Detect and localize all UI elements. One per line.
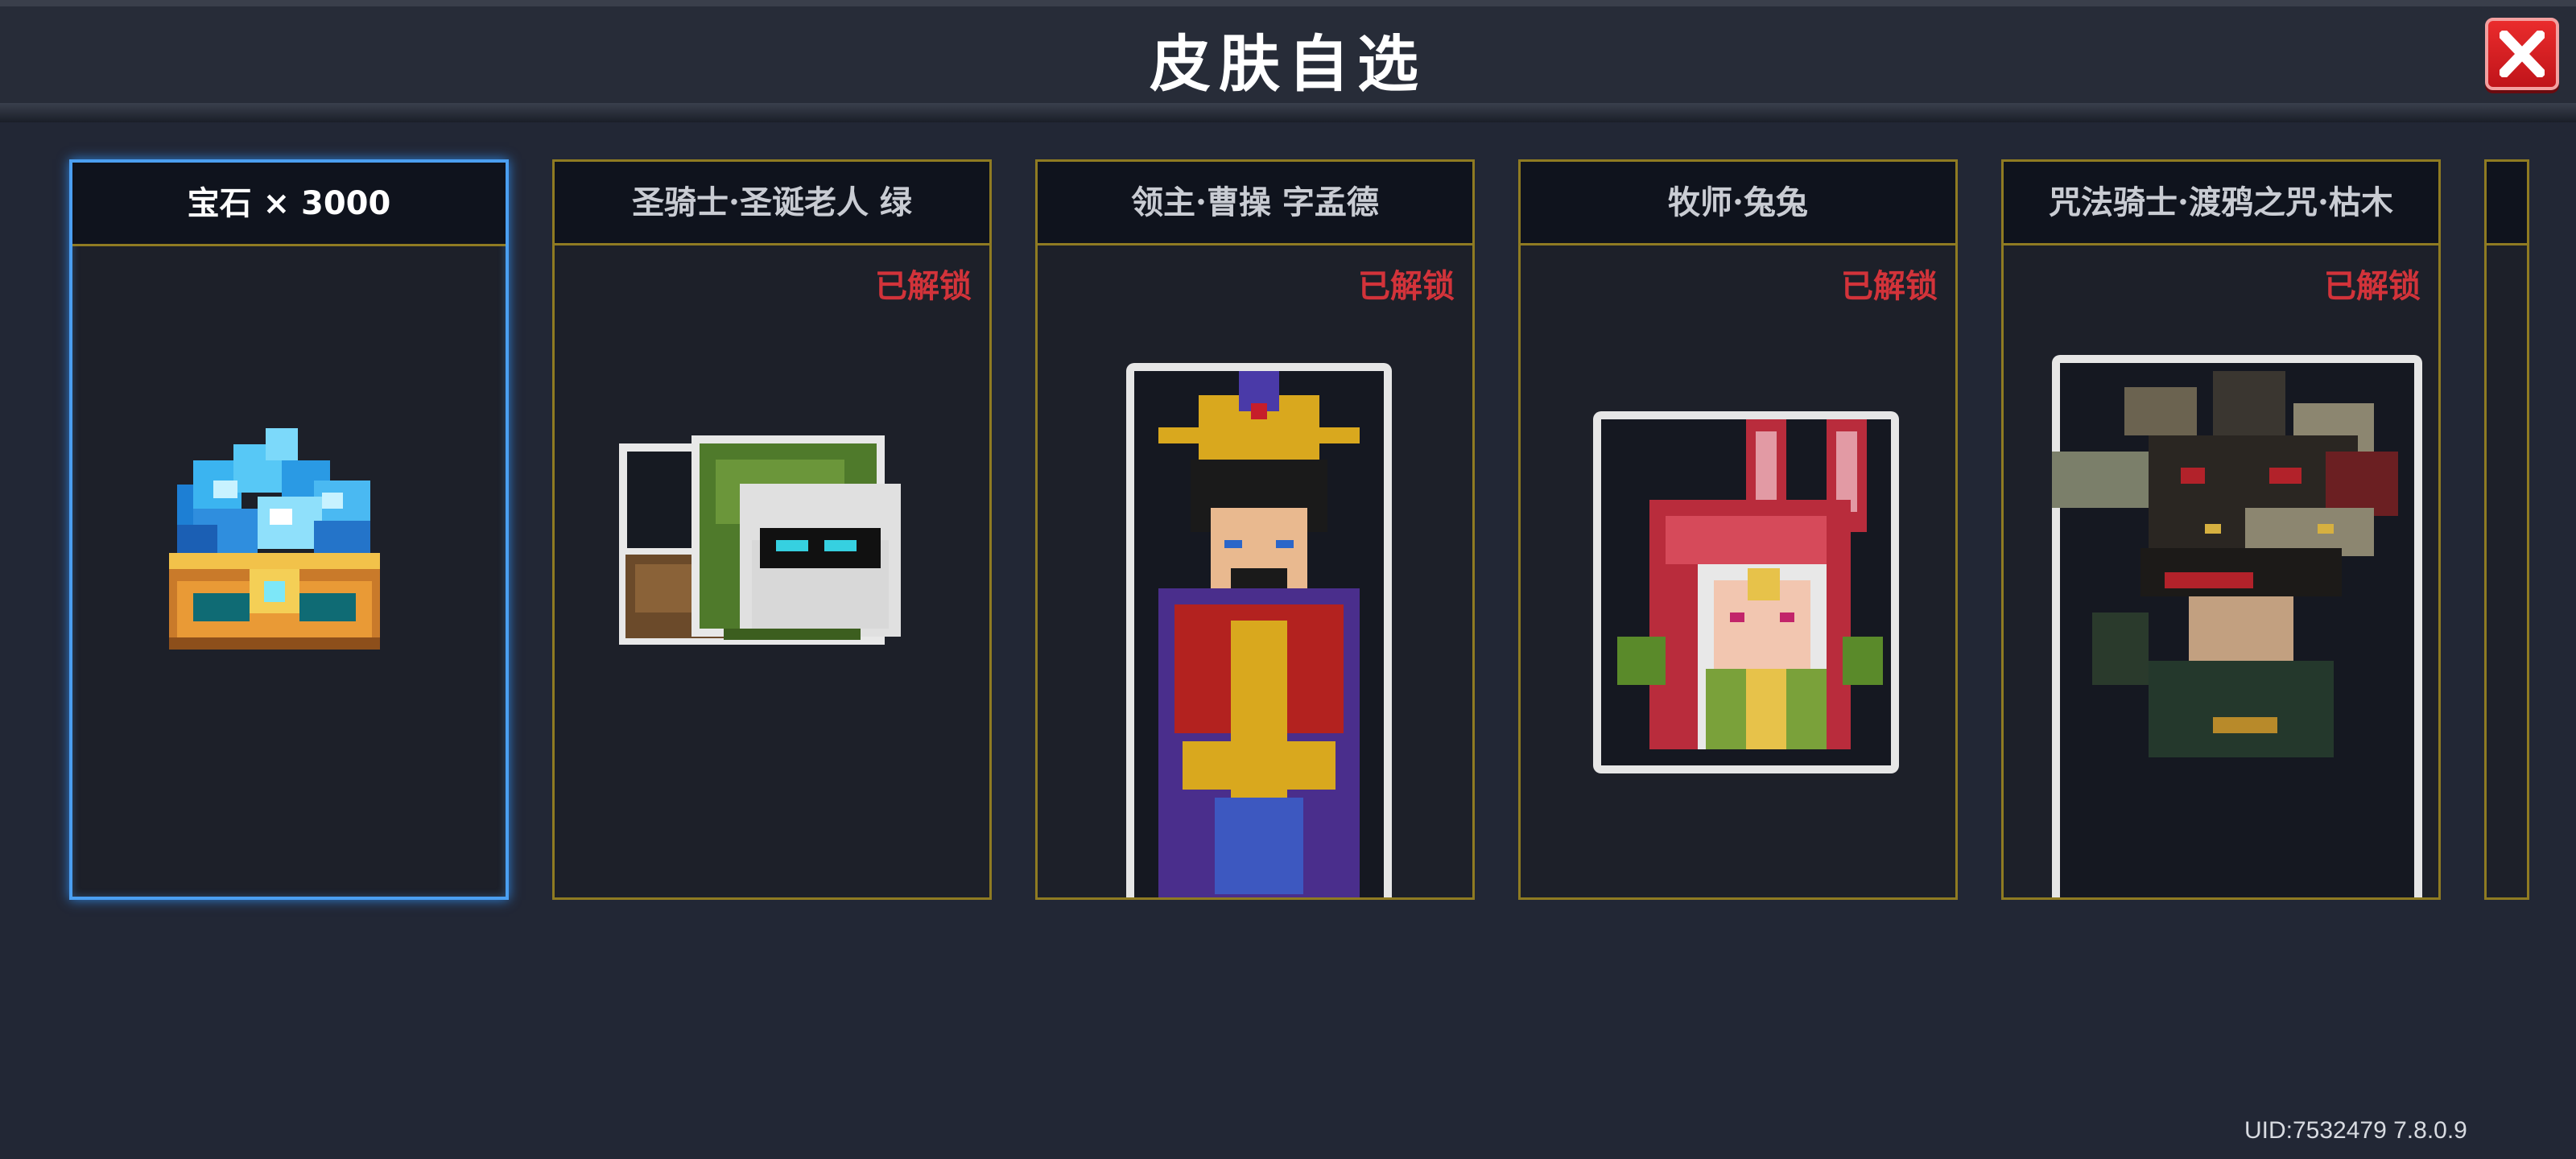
skin-card-partial[interactable] (2484, 159, 2529, 900)
close-button[interactable] (2485, 18, 2559, 90)
skin-card-priest-bunny[interactable]: 牧师·兔兔 已解锁 (1518, 159, 1958, 900)
skin-card-spell-knight-raven[interactable]: 咒法骑士·渡鸦之咒·枯木 已解锁 (2001, 159, 2441, 900)
card-title (2487, 162, 2527, 245)
gem-chest-icon (169, 428, 380, 650)
lord-cao-cao-portrait (1126, 363, 1392, 897)
priest-bunny-portrait (1593, 411, 1899, 773)
skin-card-paladin-santa[interactable]: 圣骑士·圣诞老人 绿 已解锁 (552, 159, 992, 900)
spell-knight-raven-curse-portrait (2052, 355, 2422, 897)
page-title: 皮肤自选 (1150, 28, 1426, 100)
uid-version-label: UID:7532479 7.8.0.9 (2244, 1117, 2467, 1144)
paladin-santa-green-portrait (619, 435, 901, 645)
skin-card-gems[interactable]: 宝石 × 3000 (69, 159, 509, 900)
skin-card-lord-cao-cao[interactable]: 领主·曹操 字孟德 已解锁 (1035, 159, 1475, 900)
close-icon (2500, 31, 2545, 77)
top-bar-divider (0, 103, 2576, 122)
